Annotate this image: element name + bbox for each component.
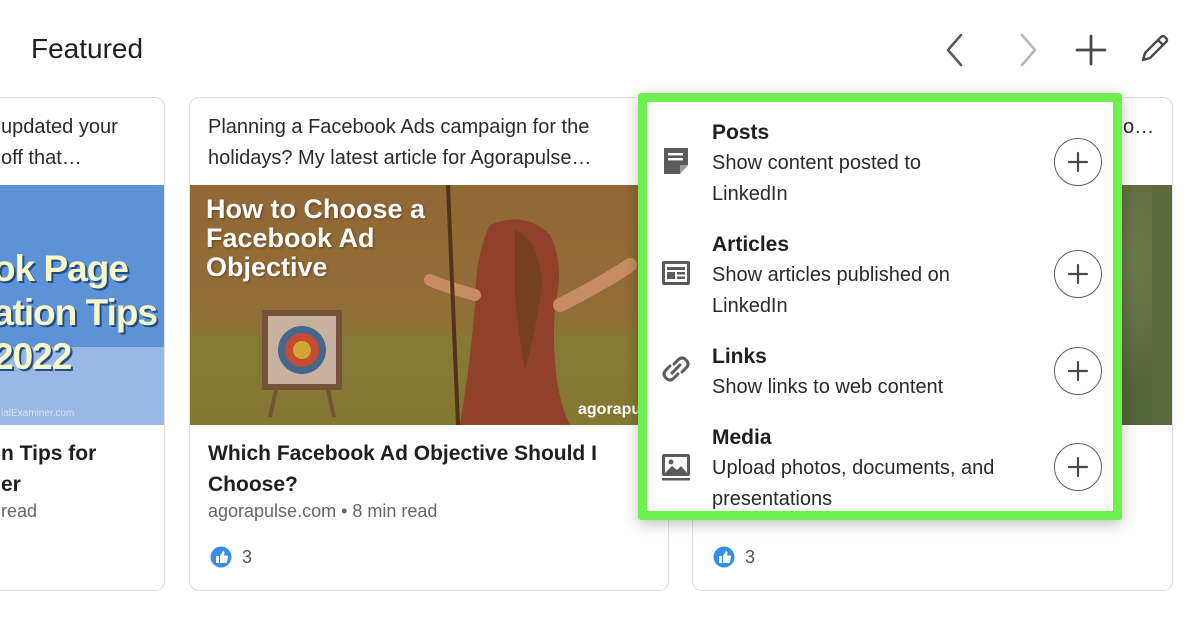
plus-icon <box>1067 456 1089 478</box>
pencil-icon <box>1141 34 1169 62</box>
card-title[interactable]: n Tips for er <box>1 438 124 500</box>
like-icon <box>713 546 735 568</box>
next-button[interactable] <box>1006 28 1050 72</box>
card-description: Planning a Facebook Ads campaign for the… <box>208 116 592 169</box>
chevron-left-icon <box>946 33 963 67</box>
featured-card[interactable]: updated your off that… ok Page ation Tip… <box>0 97 165 591</box>
add-posts-button[interactable] <box>1054 138 1102 186</box>
section-title: Featured <box>31 33 144 64</box>
image-icon <box>659 450 693 484</box>
article-icon <box>659 256 693 290</box>
card-meta: agorapulse.com • 8 min read <box>208 501 438 521</box>
like-count: 3 <box>242 546 253 567</box>
plus-icon <box>1067 263 1089 285</box>
menu-item-description: Upload photos, documents, and presentati… <box>712 457 995 510</box>
thumbnail-credit: ialExaminer.com <box>1 408 75 419</box>
like-icon <box>210 546 232 568</box>
menu-item-label: Media <box>712 426 772 449</box>
plus-icon <box>1067 360 1089 382</box>
card-meta: read <box>1 501 38 521</box>
previous-button[interactable] <box>933 28 977 72</box>
note-icon <box>659 144 693 178</box>
plus-icon <box>1067 151 1089 173</box>
menu-item-media[interactable]: Media Upload photos, documents, and pres… <box>647 407 1113 511</box>
edit-featured-button[interactable] <box>1131 28 1175 72</box>
menu-item-description: Show articles published on LinkedIn <box>712 264 950 317</box>
reactions[interactable]: 3 <box>210 546 252 568</box>
add-links-button[interactable] <box>1054 347 1102 395</box>
chevron-right-icon <box>1020 33 1037 67</box>
card-description: o… <box>1123 116 1155 138</box>
menu-item-label: Posts <box>712 121 770 144</box>
add-articles-button[interactable] <box>1054 250 1102 298</box>
card-title[interactable]: Which Facebook Ad Objective Should I Cho… <box>208 438 628 500</box>
menu-item-description: Show links to web content <box>712 376 944 398</box>
menu-item-links[interactable]: Links Show links to web content <box>647 326 1113 407</box>
menu-item-label: Articles <box>712 233 790 256</box>
add-featured-menu: Posts Show content posted to LinkedIn Ar… <box>638 93 1122 520</box>
featured-card[interactable]: Planning a Facebook Ads campaign for the… <box>189 97 669 591</box>
menu-item-posts[interactable]: Posts Show content posted to LinkedIn <box>647 102 1113 214</box>
card-description: updated your off that… <box>1 116 118 169</box>
reactions[interactable]: 3 <box>713 546 755 568</box>
link-icon <box>659 352 693 386</box>
menu-item-articles[interactable]: Articles Show articles published on Link… <box>647 214 1113 326</box>
add-media-button[interactable] <box>1054 443 1102 491</box>
like-count: 3 <box>745 546 756 567</box>
thumbnail-title: How to Choose a Facebook Ad Objective <box>206 194 426 282</box>
add-featured-button[interactable] <box>1069 28 1113 72</box>
featured-section: Featured updated your off that… ok Page … <box>0 0 1200 622</box>
plus-icon <box>1075 34 1107 66</box>
menu-item-label: Links <box>712 345 767 368</box>
card-thumbnail[interactable]: How to Choose a Facebook Ad Objective ag… <box>190 185 668 425</box>
thumbnail-text: ok Page ation Tips 2022 <box>0 248 158 377</box>
menu-item-description: Show content posted to LinkedIn <box>712 152 922 205</box>
card-thumbnail[interactable]: ok Page ation Tips 2022 ialExaminer.com <box>0 185 164 425</box>
